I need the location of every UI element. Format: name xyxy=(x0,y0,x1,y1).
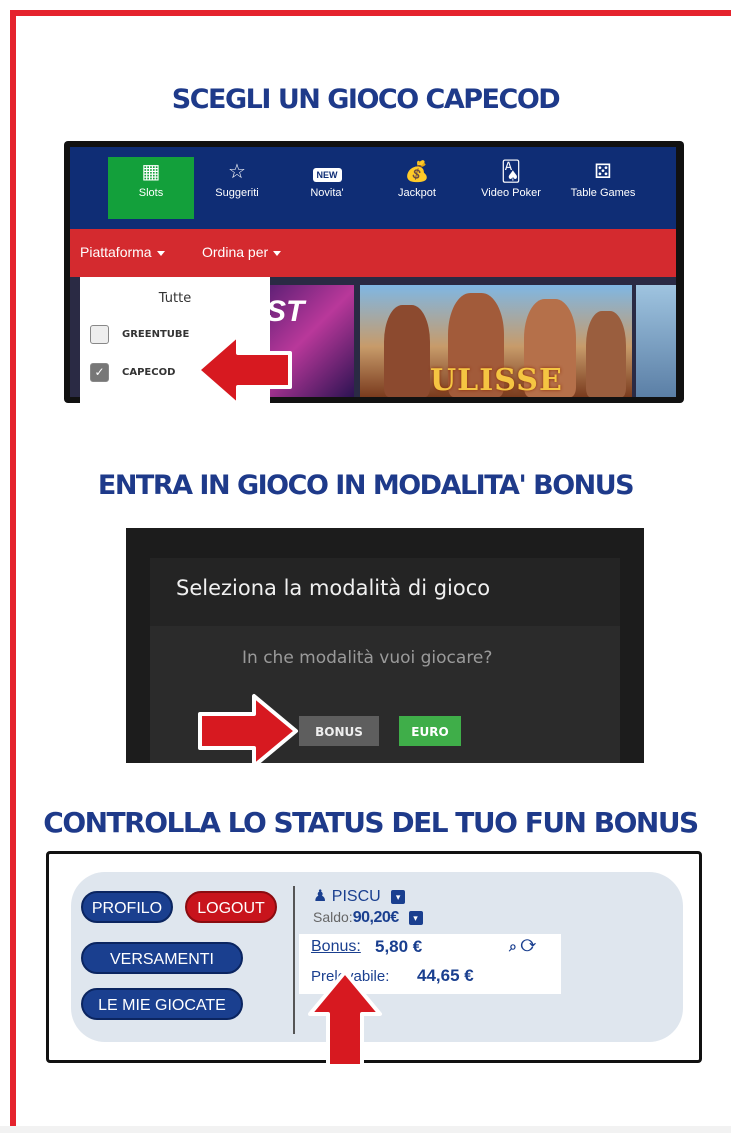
red-frame-left xyxy=(10,10,16,1133)
divider xyxy=(293,886,295,1034)
option-label: CAPECOD xyxy=(122,367,176,378)
platform-filter[interactable]: Piattaforma xyxy=(80,244,165,260)
balance-value: 90,20€ xyxy=(352,909,399,926)
nav-item-label: Slots xyxy=(138,187,164,199)
search-refresh-icons[interactable]: ⌕ ⟳ xyxy=(509,938,536,955)
game-title-partial: ST xyxy=(266,295,305,328)
sort-filter[interactable]: Ordina per xyxy=(202,244,282,260)
chevron-down-icon[interactable]: ▾ xyxy=(391,889,406,904)
bonus-value: 5,80 € xyxy=(375,937,423,956)
chevron-down-icon xyxy=(156,250,165,256)
balance-label: Saldo: xyxy=(313,909,353,925)
stars-icon: ☆ xyxy=(228,161,246,183)
sort-filter-label: Ordina per xyxy=(202,244,269,260)
nav-item-novita[interactable]: NEW Novita' xyxy=(284,157,370,219)
game-thumbnail-ulisse[interactable]: ULISSE xyxy=(360,285,632,398)
game-title-ulisse: ULISSE xyxy=(430,363,563,398)
filter-bar: Piattaforma Ordina per xyxy=(70,229,676,277)
bottom-strip xyxy=(0,1126,731,1133)
casino-nav-bar: ▦ Slots ☆ Suggeriti NEW Novita' 💰 Jackpo… xyxy=(70,147,676,229)
arrow-up-icon xyxy=(308,970,382,1068)
chevron-down-icon xyxy=(273,250,282,256)
arrow-left-icon xyxy=(196,333,292,407)
euro-mode-button[interactable]: EURO xyxy=(399,716,461,746)
nav-item-suggeriti[interactable]: ☆ Suggeriti xyxy=(194,157,280,219)
dialog-question: In che modalità vuoi giocare? xyxy=(242,648,493,668)
balance: Saldo:90,20€ ▾ xyxy=(313,909,423,927)
nav-item-slots[interactable]: ▦ Slots xyxy=(108,157,194,219)
nav-item-label: Table Games xyxy=(570,187,636,199)
game-thumbnail[interactable] xyxy=(636,285,676,397)
username: ♟ PISCU ▾ xyxy=(313,886,406,906)
cards-icon: 🂡 xyxy=(500,161,522,183)
bonus-link[interactable]: Bonus: xyxy=(311,938,361,956)
casino-screenshot: ▦ Slots ☆ Suggeriti NEW Novita' 💰 Jackpo… xyxy=(64,141,684,403)
profile-button[interactable]: PROFILO xyxy=(81,891,173,923)
dialog-title: Seleziona la modalità di gioco xyxy=(176,576,491,600)
nav-item-video-poker[interactable]: 🂡 Video Poker xyxy=(468,157,554,219)
step1-heading: SCEGLI UN GIOCO CAPECOD xyxy=(171,84,561,115)
chevron-down-icon[interactable]: ▾ xyxy=(408,911,423,926)
red-frame-top xyxy=(10,10,731,16)
money-bag-icon: 💰 xyxy=(404,161,430,183)
checkbox[interactable] xyxy=(90,325,109,344)
slot-machine-icon: ▦ xyxy=(141,161,161,183)
nav-item-label: Video Poker xyxy=(481,187,541,199)
dropdown-option-all[interactable]: Tutte xyxy=(80,291,270,306)
character-figure xyxy=(586,311,626,397)
option-label: GREENTUBE xyxy=(122,329,190,340)
new-badge-icon: NEW xyxy=(284,157,370,187)
platform-filter-label: Piattaforma xyxy=(80,244,152,260)
character-figure xyxy=(384,305,430,397)
logout-button[interactable]: LOGOUT xyxy=(185,891,277,923)
arrow-right-icon xyxy=(198,694,298,768)
user-icon: ♟ xyxy=(313,888,328,905)
nav-item-label: Novita' xyxy=(310,187,344,199)
nav-item-table-games[interactable]: ⚄ Table Games xyxy=(560,157,646,219)
new-badge: NEW xyxy=(312,168,342,182)
username-text: PISCU xyxy=(331,888,381,905)
deposits-button[interactable]: VERSAMENTI xyxy=(81,942,243,974)
nav-item-label: Suggeriti xyxy=(215,187,259,199)
step3-heading: CONTROLLA LO STATUS DEL TUO FUN BONUS xyxy=(43,806,699,839)
bonus-mode-button[interactable]: BONUS xyxy=(299,716,379,746)
checkbox-checked[interactable]: ✓ xyxy=(90,363,109,382)
my-bets-button[interactable]: LE MIE GIOCATE xyxy=(81,988,243,1020)
step2-heading: ENTRA IN GIOCO IN MODALITA' BONUS xyxy=(97,470,635,501)
withdrawable-value: 44,65 € xyxy=(417,966,474,985)
dice-icon: ⚄ xyxy=(594,161,612,183)
nav-item-jackpot[interactable]: 💰 Jackpot xyxy=(374,157,460,219)
nav-item-label: Jackpot xyxy=(398,187,436,199)
